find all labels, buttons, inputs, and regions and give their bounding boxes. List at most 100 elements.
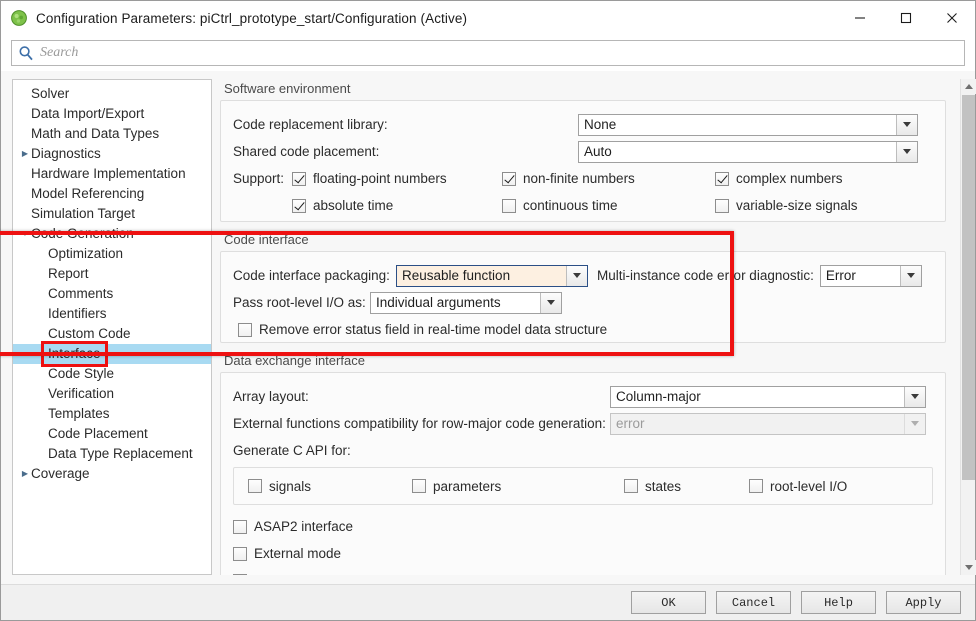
multi-instance-diagnostic-label: Multi-instance code error diagnostic:	[597, 268, 814, 283]
code-replacement-library-dropdown[interactable]: None	[578, 114, 918, 136]
checkbox-parameters[interactable]: parameters	[412, 479, 624, 494]
sidebar-item-identifiers[interactable]: Identifiers	[13, 304, 211, 324]
search-input[interactable]: Search	[11, 40, 965, 66]
sidebar-item-label: Optimization	[48, 244, 123, 264]
help-button[interactable]: Help	[801, 591, 876, 614]
checkbox-continuous-time[interactable]: continuous time	[502, 198, 715, 213]
search-icon	[18, 45, 34, 61]
sidebar-item-data-import-export[interactable]: Data Import/Export	[13, 104, 211, 124]
ok-button[interactable]: OK	[631, 591, 706, 614]
close-button[interactable]	[929, 1, 975, 35]
external-mode-row: External mode	[233, 540, 933, 567]
configuration-parameters-window: Configuration Parameters: piCtrl_prototy…	[0, 0, 976, 621]
maximize-button[interactable]	[883, 1, 929, 35]
chevron-down-icon[interactable]: ▼	[19, 224, 31, 244]
sidebar-item-label: Templates	[48, 404, 110, 424]
asap2-interface-checkbox[interactable]: ASAP2 interface	[233, 519, 353, 534]
checkbox-label: parameters	[433, 479, 501, 494]
scrollbar-thumb[interactable]	[962, 95, 975, 480]
sidebar-item-hardware-implementation[interactable]: Hardware Implementation	[13, 164, 211, 184]
scroll-up-icon[interactable]	[961, 79, 976, 94]
chevron-down-icon	[896, 115, 917, 135]
sidebar-item-label: Code Generation	[31, 224, 134, 244]
code-interface-packaging-dropdown[interactable]: Reusable function	[396, 265, 588, 287]
title-bar: Configuration Parameters: piCtrl_prototy…	[1, 1, 975, 35]
minimize-button[interactable]	[837, 1, 883, 35]
sidebar-item-custom-code[interactable]: Custom Code	[13, 324, 211, 344]
code-interface-packaging-value: Reusable function	[397, 268, 566, 283]
checkbox-signals[interactable]: signals	[248, 479, 412, 494]
remove-error-status-label: Remove error status field in real-time m…	[259, 322, 607, 337]
sidebar-item-comments[interactable]: Comments	[13, 284, 211, 304]
multi-instance-diagnostic-dropdown[interactable]: Error	[820, 265, 922, 287]
array-layout-label: Array layout:	[233, 389, 610, 404]
checkbox-icon	[233, 574, 247, 576]
chevron-right-icon[interactable]: ▶	[19, 144, 31, 164]
code-interface-title: Code interface	[224, 232, 946, 247]
shared-code-placement-dropdown[interactable]: Auto	[578, 141, 918, 163]
sidebar-item-data-type-replacement[interactable]: Data Type Replacement	[13, 444, 211, 464]
sidebar-item-interface[interactable]: Interface	[13, 344, 211, 364]
sidebar-item-label: Verification	[48, 384, 114, 404]
checkbox-floating-point-numbers[interactable]: floating-point numbers	[292, 171, 502, 186]
checkbox-absolute-time[interactable]: absolute time	[292, 198, 502, 213]
checkbox-variable-size-signals[interactable]: variable-size signals	[715, 198, 915, 213]
sidebar-item-label: Custom Code	[48, 324, 131, 344]
checkbox-label: states	[645, 479, 681, 494]
checkbox-checked-icon	[292, 172, 306, 186]
sidebar-item-simulation-target[interactable]: Simulation Target	[13, 204, 211, 224]
simulink-icon	[10, 9, 28, 27]
sidebar-item-optimization[interactable]: Optimization	[13, 244, 211, 264]
remove-error-status-checkbox[interactable]: Remove error status field in real-time m…	[238, 322, 607, 337]
sidebar-item-code-generation[interactable]: ▼Code Generation	[13, 224, 211, 244]
chevron-right-icon[interactable]: ▶	[19, 464, 31, 484]
cancel-button[interactable]: Cancel	[716, 591, 791, 614]
external-mode-checkbox[interactable]: External mode	[233, 546, 341, 561]
sidebar-item-coverage[interactable]: ▶Coverage	[13, 464, 211, 484]
sidebar-item-report[interactable]: Report	[13, 264, 211, 284]
external-mode-configuration-row-clipped[interactable]: External mode configuration	[233, 567, 933, 575]
sidebar-item-model-referencing[interactable]: Model Referencing	[13, 184, 211, 204]
sidebar-item-solver[interactable]: Solver	[13, 84, 211, 104]
pane-scrollbar[interactable]	[960, 79, 975, 575]
sidebar-item-label: Data Type Replacement	[48, 444, 193, 464]
software-environment-group: Code replacement library: None Shared co…	[220, 100, 946, 222]
sidebar-item-label: Interface	[44, 344, 105, 364]
chevron-down-icon	[566, 266, 587, 286]
array-layout-value: Column-major	[611, 389, 904, 404]
pass-root-level-io-dropdown[interactable]: Individual arguments	[370, 292, 562, 314]
code-replacement-library-label: Code replacement library:	[233, 117, 578, 132]
checkbox-root-level-i-o[interactable]: root-level I/O	[749, 479, 909, 494]
dialog-footer: OK Cancel Help Apply	[1, 584, 975, 620]
sidebar-item-verification[interactable]: Verification	[13, 384, 211, 404]
checkbox-label: absolute time	[313, 198, 393, 213]
asap2-interface-row: ASAP2 interface	[233, 513, 933, 540]
checkbox-icon	[233, 520, 247, 534]
code-replacement-library-value: None	[579, 117, 896, 132]
checkbox-non-finite-numbers[interactable]: non-finite numbers	[502, 171, 715, 186]
scroll-down-icon[interactable]	[961, 560, 976, 575]
checkbox-states[interactable]: states	[624, 479, 749, 494]
settings-tree[interactable]: SolverData Import/ExportMath and Data Ty…	[12, 79, 212, 575]
shared-code-placement-value: Auto	[579, 144, 896, 159]
external-mode-label: External mode	[254, 546, 341, 561]
external-mode-configuration-checkbox[interactable]: External mode configuration	[233, 573, 422, 575]
chevron-down-icon	[904, 414, 925, 434]
checkbox-label: non-finite numbers	[523, 171, 635, 186]
sidebar-item-diagnostics[interactable]: ▶Diagnostics	[13, 144, 211, 164]
checkbox-icon	[715, 199, 729, 213]
sidebar-item-math-and-data-types[interactable]: Math and Data Types	[13, 124, 211, 144]
checkbox-label: root-level I/O	[770, 479, 847, 494]
checkbox-icon	[248, 479, 262, 493]
sidebar-item-templates[interactable]: Templates	[13, 404, 211, 424]
sidebar-item-label: Report	[48, 264, 89, 284]
sidebar-item-code-placement[interactable]: Code Placement	[13, 424, 211, 444]
sidebar-item-code-style[interactable]: Code Style	[13, 364, 211, 384]
checkbox-complex-numbers[interactable]: complex numbers	[715, 171, 915, 186]
checkbox-icon	[624, 479, 638, 493]
support-label: Support:	[233, 171, 292, 186]
array-layout-dropdown[interactable]: Column-major	[610, 386, 926, 408]
apply-button[interactable]: Apply	[886, 591, 961, 614]
sidebar-item-label: Solver	[31, 84, 69, 104]
code-interface-packaging-label: Code interface packaging:	[233, 268, 396, 283]
